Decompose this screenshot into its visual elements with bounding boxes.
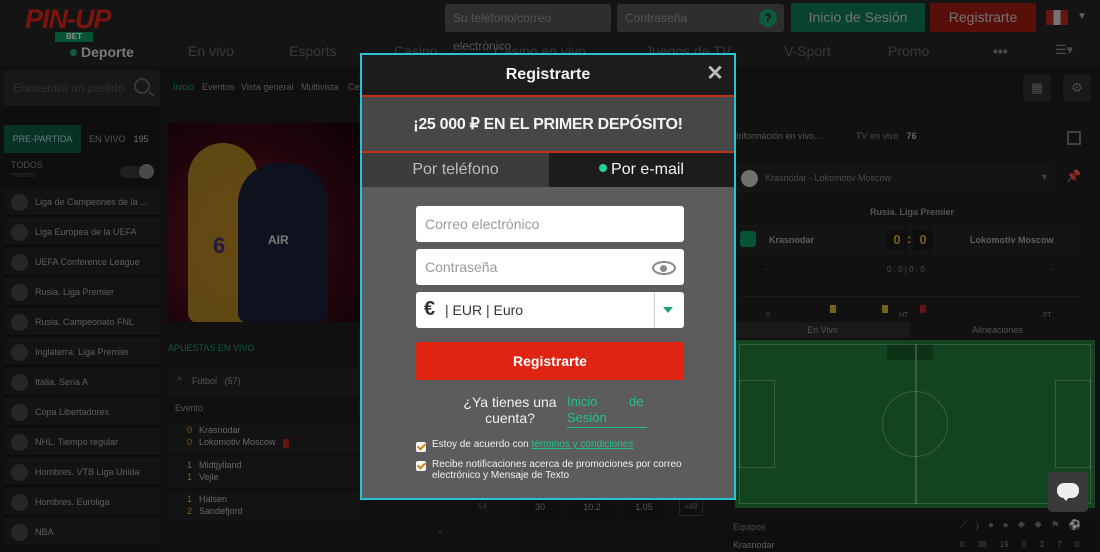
tab-by-email[interactable]: Por e-mail (549, 153, 734, 187)
modal-title: Registrarte (505, 66, 591, 83)
login-link[interactable]: Inicio de Sesión (567, 394, 647, 428)
terms-checkbox[interactable] (416, 442, 426, 452)
divider (654, 292, 655, 328)
register-modal: Registrarte ✕ ¡25 000 ₽ EN EL PRIMER DEP… (360, 53, 736, 500)
terms-link[interactable]: términos y condiciones (532, 439, 634, 450)
chat-bubble-icon (1057, 483, 1079, 501)
chat-button[interactable] (1048, 472, 1088, 512)
tab-by-email-label: Por e-mail (611, 161, 684, 178)
terms-prefix: Estoy de acuerdo con (432, 439, 532, 450)
tab-by-phone[interactable]: Por teléfono (362, 153, 549, 187)
euro-icon: € (424, 298, 436, 320)
notifications-text: Recibe notificaciones acerca de promocio… (432, 459, 682, 481)
currency-value: | EUR | Euro (445, 302, 524, 318)
modal-header: Registrarte ✕ (362, 55, 734, 95)
chevron-down-icon[interactable] (663, 307, 673, 313)
terms-text: Estoy de acuerdo con términos y condicio… (432, 439, 633, 450)
promo-text: ¡25 000 ₽ EN EL PRIMER DEPÓSITO! (413, 116, 683, 133)
notifications-checkbox[interactable] (416, 461, 426, 471)
promo-strip: ¡25 000 ₽ EN EL PRIMER DEPÓSITO! (362, 95, 734, 153)
currency-select[interactable]: € | EUR | Euro (416, 292, 684, 328)
email-field[interactable]: Correo electrónico (416, 206, 684, 242)
register-submit-button[interactable]: Registrarte (416, 342, 684, 380)
active-dot-icon (599, 164, 608, 172)
password-field[interactable]: Contraseña (416, 249, 684, 285)
have-account-text: ¿Ya tienes una cuenta? (463, 394, 557, 426)
close-icon[interactable]: ✕ (705, 63, 725, 85)
eye-icon[interactable] (652, 261, 676, 275)
